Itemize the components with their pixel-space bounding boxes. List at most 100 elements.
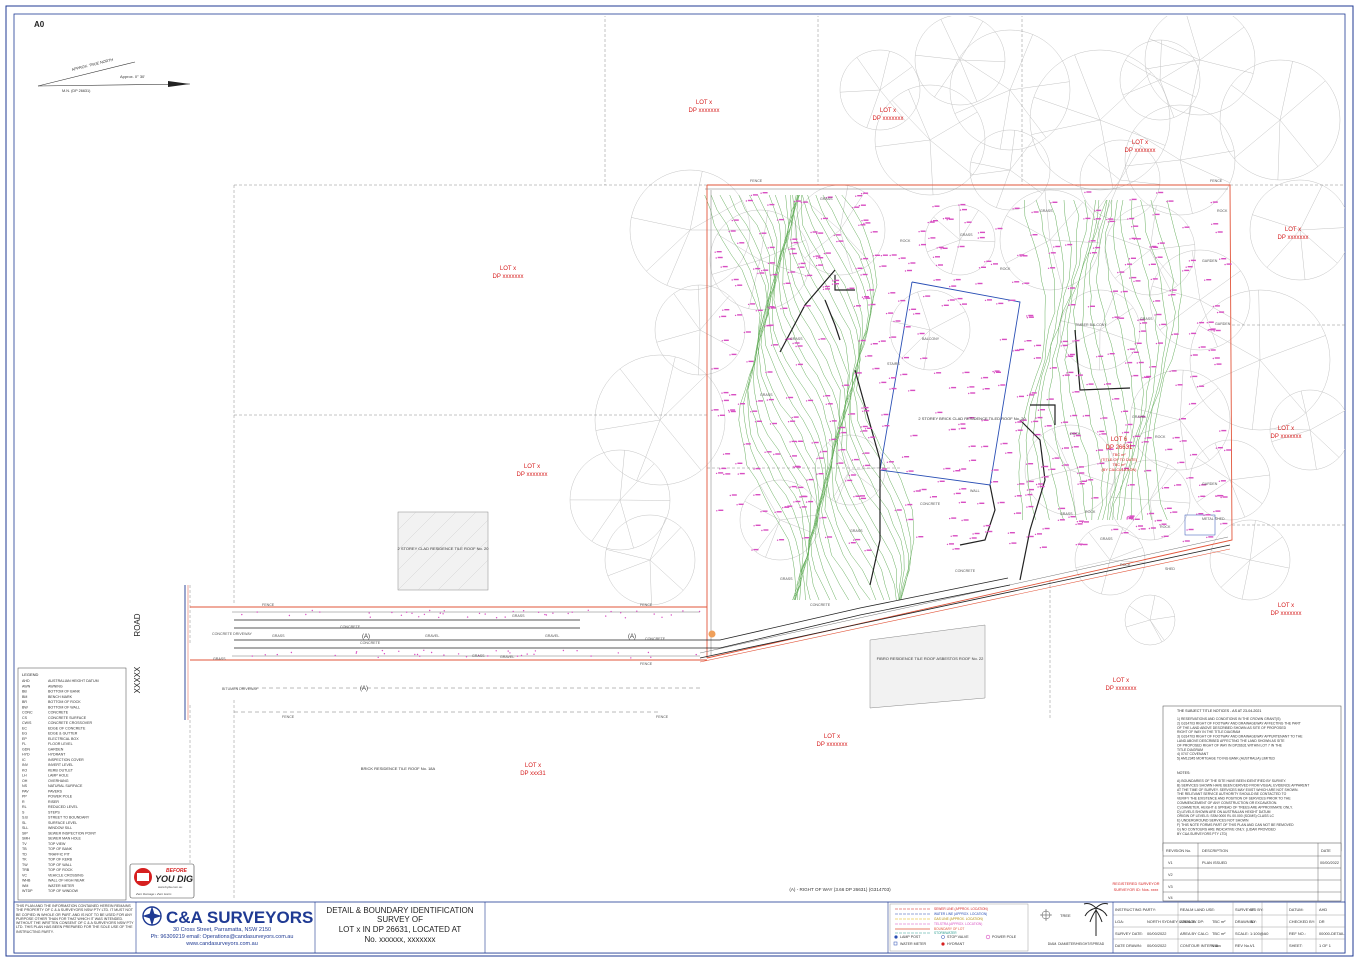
legend-abbr: BB: [22, 690, 27, 694]
spot-level: [1188, 333, 1191, 335]
spot-level-label: [971, 537, 977, 539]
spot-level: [952, 548, 954, 550]
spot-level: [861, 407, 863, 409]
spot-level: [1015, 421, 1017, 424]
spot-level: [1142, 377, 1144, 379]
contour: [1056, 199, 1088, 521]
legend-desc: EDGE OF CONCRETE: [48, 726, 86, 730]
spot-level: [879, 468, 882, 471]
spot-level: [1076, 521, 1079, 523]
spot-level: [935, 412, 937, 414]
spot-level-label: [769, 203, 775, 206]
title-note-line: TITLE DIAGRAM: [1177, 748, 1203, 752]
spot-level-label: [1215, 510, 1221, 512]
spot-level-label: [948, 218, 954, 220]
title-note-line: 1) RESERVATIONS AND CONDITIONS IN THE CR…: [1177, 717, 1281, 721]
spot-level: [1159, 324, 1161, 326]
spot-level: [1026, 317, 1029, 319]
spot-level-label: [793, 416, 799, 418]
spot-level-label: [1212, 201, 1218, 203]
spot-level: [512, 610, 514, 613]
spot-level: [961, 519, 963, 522]
canopy-spoke: [649, 559, 652, 605]
spot-level-label: [1001, 338, 1007, 341]
spot-level-label: [862, 430, 868, 432]
spot-level: [898, 300, 900, 302]
canopy-spoke: [1122, 79, 1161, 96]
spot-level: [816, 232, 818, 235]
canopy-spoke: [1179, 370, 1184, 421]
canopy-spoke: [1109, 547, 1143, 561]
legend-desc: HYDRANT: [48, 753, 66, 757]
info-value: DR: [1319, 919, 1325, 924]
spot-level: [770, 274, 772, 276]
spot-level: [1005, 452, 1007, 454]
spot-level: [962, 372, 964, 374]
spot-level-label: [1152, 278, 1158, 280]
canopy-spoke: [1125, 59, 1161, 81]
spot-level: [1075, 374, 1078, 377]
contour: [1025, 199, 1056, 521]
spot-level-label: [915, 312, 921, 315]
spot-level: [1207, 329, 1209, 331]
spot-level-label: [1028, 480, 1034, 483]
spot-level: [953, 279, 955, 281]
spot-level: [1065, 244, 1067, 246]
spot-level: [544, 613, 546, 616]
spot-level: [927, 221, 929, 224]
spot-level-label: [1208, 321, 1214, 323]
spot-level: [522, 610, 525, 612]
spot-level: [985, 531, 987, 533]
spot-level: [1039, 547, 1042, 549]
spot-level-label: [1159, 242, 1165, 244]
legend-desc: INVERT LEVEL: [48, 763, 73, 767]
contour: [1048, 199, 1080, 521]
spot-level: [955, 298, 957, 300]
road-name-side: XXXXX: [133, 666, 142, 693]
spot-level: [991, 469, 993, 472]
spot-level: [620, 612, 622, 614]
spot-level-label: [1127, 361, 1133, 364]
spot-level: [1012, 281, 1014, 283]
spot-level: [377, 656, 379, 659]
spot-level: [571, 611, 573, 613]
spot-level: [868, 304, 870, 306]
south-house-label: BRICK RESIDENCE TILE ROOF No. 18A: [361, 766, 436, 771]
spot-level: [795, 345, 797, 348]
canopy-spoke: [1033, 96, 1101, 121]
spot-level: [941, 305, 943, 307]
spot-level: [905, 504, 907, 506]
spot-level-label: [1022, 255, 1028, 257]
spot-level-label: [984, 388, 990, 390]
spot-level: [901, 357, 904, 359]
legend-abbr: RL: [22, 805, 27, 809]
spot-level: [816, 257, 818, 259]
spot-level-label: [891, 254, 897, 256]
spot-level: [1137, 319, 1139, 321]
spot-level-label: [1088, 479, 1094, 481]
spot-level: [761, 529, 763, 532]
note-line: THE RELEVANT SERVICE AUTHORITY SHOULD BE…: [1177, 792, 1287, 796]
spot-level-label: [795, 500, 801, 503]
spot-level-label: [1024, 282, 1030, 284]
spot-level: [1046, 398, 1049, 401]
spot-level-label: [1046, 425, 1052, 427]
spot-level-label: [970, 445, 976, 447]
dp-label: DP xxxxxxx: [873, 116, 904, 122]
spot-level: [1219, 258, 1221, 260]
canopy-spoke: [1145, 59, 1201, 70]
canopy-spoke: [1099, 329, 1138, 344]
canopy-spoke: [606, 549, 651, 561]
spot-level-label: [1133, 225, 1139, 227]
spot-level: [567, 612, 569, 615]
spot-level: [1107, 221, 1110, 223]
spot-level: [1026, 481, 1029, 483]
spot-level: [854, 372, 856, 375]
spot-level: [858, 224, 860, 226]
canopy-spoke: [636, 419, 661, 481]
spot-level: [969, 537, 971, 540]
spot-level: [1007, 532, 1010, 534]
title-note-line: LAND ABOVE DESCRIBED AFFECTING THE LAND …: [1177, 739, 1285, 743]
info-value: 00000-DETAIL: [1319, 931, 1345, 936]
spot-level-label: [870, 436, 876, 438]
